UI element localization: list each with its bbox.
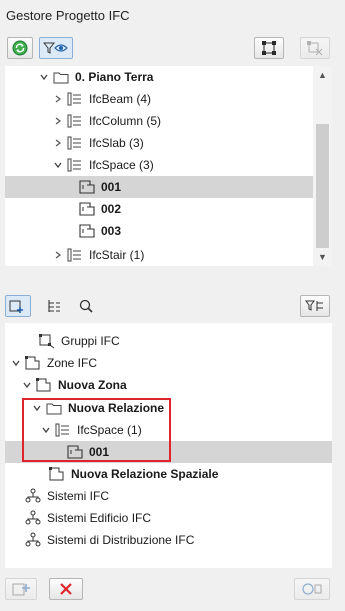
chevron-down-icon[interactable] xyxy=(37,70,51,84)
tree-item-label: 0. Piano Terra xyxy=(75,70,154,84)
spatial-view-button[interactable] xyxy=(5,295,31,317)
tree-item-label: Nuova Relazione Spaziale xyxy=(71,467,219,481)
tree-item-ifcbeam[interactable]: IfcBeam (4) xyxy=(51,88,151,110)
filter-eye-icon xyxy=(43,42,68,54)
refresh-button[interactable] xyxy=(7,37,33,59)
space-icon xyxy=(65,443,85,461)
ifc-type-icon xyxy=(65,156,85,174)
tree-item-label: 002 xyxy=(101,202,122,216)
chevron-right-icon[interactable] xyxy=(51,136,65,150)
tree-item-ifcslab[interactable]: IfcSlab (3) xyxy=(51,132,144,154)
add-item-button[interactable] xyxy=(5,578,37,600)
tree-item-ifccolumn[interactable]: IfcColumn (5) xyxy=(51,110,161,132)
tree-item-sistemi-distribuzione[interactable]: Sistemi di Distribuzione IFC xyxy=(23,529,194,551)
hierarchy-button[interactable] xyxy=(41,295,67,317)
chevron-right-icon[interactable] xyxy=(51,92,65,106)
tree-item-nuova-zona[interactable]: Nuova Zona xyxy=(20,374,127,396)
folder-icon xyxy=(44,399,64,417)
tree-item-label: IfcSpace (1) xyxy=(77,423,142,437)
select-element-icon xyxy=(262,41,276,55)
chevron-right-icon[interactable] xyxy=(51,114,65,128)
filter-tree-icon xyxy=(305,300,323,311)
ifc-type-icon xyxy=(65,112,85,130)
system-icon xyxy=(23,487,43,505)
scroll-up-arrow-icon[interactable]: ▲ xyxy=(318,70,327,80)
chevron-down-icon[interactable] xyxy=(30,401,44,415)
filter-view-button[interactable] xyxy=(39,37,73,59)
tree-item-nuova-relazione[interactable]: Nuova Relazione xyxy=(30,397,164,419)
zone-icon xyxy=(23,354,43,372)
middle-toolbar xyxy=(0,294,345,324)
tree-item-label: Nuova Relazione xyxy=(68,401,165,415)
tree-item-label: Sistemi di Distribuzione IFC xyxy=(47,533,195,547)
tree-item-space-001[interactable]: 001 xyxy=(5,176,313,198)
tree-item-nuova-relazione-spaziale[interactable]: Nuova Relazione Spaziale xyxy=(47,463,218,485)
ifc-type-icon xyxy=(65,246,85,264)
tree-item-space-003[interactable]: 003 xyxy=(77,220,121,242)
tree-item-ifcspace-relazione[interactable]: IfcSpace (1) xyxy=(39,419,142,441)
tree-item-label: Nuova Zona xyxy=(58,378,127,392)
hierarchy-icon xyxy=(48,300,60,312)
tree-item-sistemi-ifc[interactable]: Sistemi IFC xyxy=(23,485,109,507)
refresh-icon xyxy=(12,40,28,56)
search-icon xyxy=(79,299,93,313)
tree-item-label: Gruppi IFC xyxy=(61,334,120,348)
space-icon xyxy=(77,200,97,218)
tree-item-zone-ifc[interactable]: Zone IFC xyxy=(9,352,97,374)
tree-item-label: IfcSlab (3) xyxy=(89,136,144,150)
groups-tree[interactable]: Gruppi IFC Zone IFC Nuova Zona Nuova Rel… xyxy=(5,323,332,568)
panel-title: Gestore Progetto IFC xyxy=(6,8,130,23)
tree-item-gruppi-ifc[interactable]: Gruppi IFC xyxy=(37,330,120,352)
scroll-down-arrow-icon[interactable]: ▼ xyxy=(318,252,327,262)
tree-item-label: Sistemi IFC xyxy=(47,489,110,503)
tree-item-label: IfcStair (1) xyxy=(89,248,145,262)
space-icon xyxy=(77,178,97,196)
tree-item-ifcstair[interactable]: IfcStair (1) xyxy=(51,244,144,266)
top-toolbar xyxy=(0,36,345,66)
system-icon xyxy=(23,509,43,527)
tree-item-ifcspace[interactable]: IfcSpace (3) xyxy=(51,154,154,176)
filter-tree-button[interactable] xyxy=(300,295,330,317)
assign-button[interactable] xyxy=(294,578,330,600)
tree-item-label: IfcSpace (3) xyxy=(89,158,154,172)
tree-item-sistemi-edificio[interactable]: Sistemi Edificio IFC xyxy=(23,507,151,529)
system-icon xyxy=(23,531,43,549)
delete-button[interactable] xyxy=(49,578,83,600)
tree-item-label: 003 xyxy=(101,224,122,238)
chevron-down-icon[interactable] xyxy=(9,356,23,370)
delete-x-icon xyxy=(60,583,72,595)
tree-item-label: Zone IFC xyxy=(47,356,98,370)
project-tree[interactable]: 0. Piano Terra IfcBeam (4) IfcColumn (5)… xyxy=(5,66,332,266)
folder-icon xyxy=(51,68,71,86)
tree-item-label: IfcColumn (5) xyxy=(89,114,162,128)
tree-item-label: 001 xyxy=(89,445,110,459)
scrollbar-thumb[interactable] xyxy=(316,124,329,248)
deselect-element-button[interactable] xyxy=(300,37,330,59)
chevron-down-icon[interactable] xyxy=(51,158,65,172)
tree-item-space-002[interactable]: 002 xyxy=(77,198,121,220)
tree-item-label: IfcBeam (4) xyxy=(89,92,152,106)
chevron-down-icon[interactable] xyxy=(20,378,34,392)
assign-icon xyxy=(302,583,322,595)
select-element-button[interactable] xyxy=(254,37,284,59)
ifc-type-icon xyxy=(65,134,85,152)
chevron-right-icon[interactable] xyxy=(51,248,65,262)
tree-item-label: 001 xyxy=(101,180,122,194)
ifc-type-icon xyxy=(65,90,85,108)
chevron-down-icon[interactable] xyxy=(39,423,53,437)
zone-icon xyxy=(34,376,54,394)
bottom-toolbar xyxy=(0,574,345,611)
search-button[interactable] xyxy=(73,295,99,317)
ifc-type-icon xyxy=(53,421,73,439)
group-icon xyxy=(37,332,57,350)
space-icon xyxy=(77,222,97,240)
add-item-icon xyxy=(12,583,30,596)
tree-item-relazione-space-001[interactable]: 001 xyxy=(5,441,332,463)
spatial-add-icon xyxy=(9,300,23,313)
tree-scrollbar[interactable]: ▲ ▼ xyxy=(313,66,332,266)
deselect-element-icon xyxy=(307,41,323,56)
tree-item-piano-terra[interactable]: 0. Piano Terra xyxy=(37,66,153,88)
tree-item-label: Sistemi Edificio IFC xyxy=(47,511,152,525)
spatial-relation-icon xyxy=(47,465,67,483)
